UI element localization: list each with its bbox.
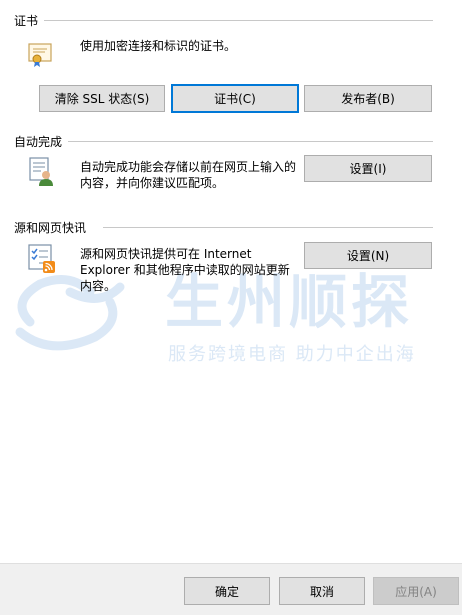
certificates-group-title: 证书	[14, 12, 45, 29]
cancel-button[interactable]: 取消	[279, 577, 365, 605]
feeds-group-line	[103, 227, 433, 228]
feeds-group-title: 源和网页快讯	[14, 219, 93, 236]
watermark-logo-icon	[15, 275, 125, 351]
autocomplete-group-line	[14, 141, 433, 142]
certificates-description: 使用加密连接和标识的证书。	[80, 39, 237, 53]
clear-ssl-state-button[interactable]: 清除 SSL 状态(S)	[39, 85, 165, 112]
autocomplete-form-icon	[27, 156, 55, 186]
autocomplete-description-line2: 内容，并向你建议匹配项。	[80, 176, 225, 190]
watermark-slogan: 服务跨境电商 助力中企出海	[168, 344, 416, 365]
ok-button[interactable]: 确定	[184, 577, 270, 605]
publishers-button[interactable]: 发布者(B)	[304, 85, 432, 112]
feeds-description-line2: Explorer 和其他程序中读取的网站更新	[80, 263, 290, 277]
certificates-button[interactable]: 证书(C)	[171, 84, 299, 113]
feeds-description-line1: 源和网页快讯提供可在 Internet	[80, 247, 252, 261]
watermark-brand: 生州顺探	[165, 268, 414, 336]
feeds-description-line3: 内容。	[80, 279, 117, 293]
watermark: 生州顺探 服务跨境电商 助力中企出海	[0, 262, 462, 372]
feeds-icon	[27, 243, 55, 273]
feeds-settings-button[interactable]: 设置(N)	[304, 242, 432, 269]
certificate-icon	[27, 40, 55, 68]
autocomplete-description-line1: 自动完成功能会存储以前在网页上输入的	[80, 160, 297, 174]
certificates-group-line	[14, 20, 433, 21]
apply-button[interactable]: 应用(A)	[373, 577, 459, 605]
autocomplete-settings-button[interactable]: 设置(I)	[304, 155, 432, 182]
autocomplete-group-title: 自动完成	[14, 133, 69, 150]
